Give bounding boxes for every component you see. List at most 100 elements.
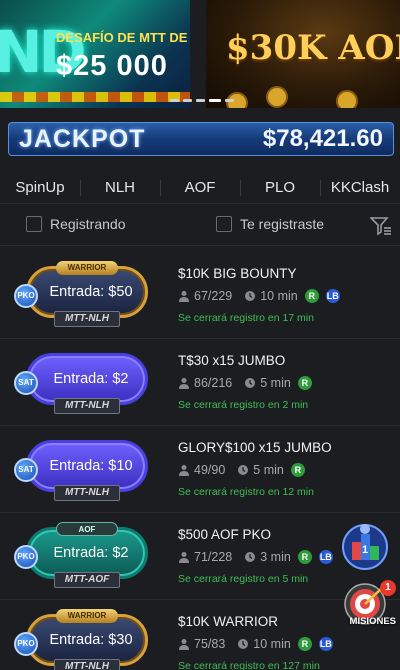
entry-fee: Entrada: $50 <box>49 284 133 300</box>
rebuy-badge: R <box>290 463 305 477</box>
tournament-name: $10K BIG BOUNTY <box>178 266 297 281</box>
entry-ticket[interactable]: Entrada: $2 MTT-NLH <box>26 353 148 414</box>
tournament-info: $10K BIG BOUNTY 67/229 10 min R LB Se ce… <box>178 266 390 324</box>
entry-fee: Entrada: $10 <box>49 458 133 474</box>
filter-registered-label: Te registraste <box>240 216 325 232</box>
carousel-dot[interactable] <box>170 99 179 102</box>
tournament-type-badge: PKO <box>14 632 38 656</box>
tournament-info: T$30 x15 JUMBO 86/216 5 min R Se cerrará… <box>178 353 390 411</box>
registration-closing: Se cerrará registro en 127 min <box>178 660 320 670</box>
leaderboard-badge: LB <box>318 550 333 564</box>
entry-fee: Entrada: $30 <box>49 632 133 648</box>
players-count: 86/216 <box>194 376 233 390</box>
rebuy-badge: R <box>304 289 319 303</box>
missions-count-badge: 1 <box>380 580 396 596</box>
start-time: 10 min <box>253 637 291 651</box>
carousel-dot[interactable] <box>196 99 205 102</box>
game-format-tag: MTT-NLH <box>54 311 120 327</box>
tournament-info: GLORY$100 x15 JUMBO 49/90 5 min R Se cer… <box>178 440 390 498</box>
entry-ticket[interactable]: WARRIOR Entrada: $50 MTT-NLH <box>26 261 148 327</box>
players-icon <box>179 639 189 650</box>
leaderboard-badge: LB <box>325 289 340 303</box>
players-icon <box>179 465 189 476</box>
start-time: 5 min <box>253 463 284 477</box>
carousel-dot-active[interactable] <box>209 99 221 102</box>
rank-number: 1 <box>362 544 368 556</box>
registration-closing: Se cerrará registro en 17 min <box>178 312 314 324</box>
tab-spinup[interactable]: SpinUp <box>0 172 80 203</box>
tournament-meta: 49/90 5 min R <box>178 463 390 477</box>
entry-fee: Entrada: $2 <box>53 545 129 561</box>
carousel-dot[interactable] <box>225 99 234 102</box>
filter-registering[interactable]: Registrando <box>26 216 126 232</box>
jackpot-label: JACKPOT <box>19 124 146 153</box>
filter-bar: Registrando Te registraste <box>0 206 400 246</box>
registering-checkbox[interactable] <box>26 216 42 232</box>
leaderboard-badge: LB <box>318 637 333 651</box>
tournament-name: T$30 x15 JUMBO <box>178 353 286 368</box>
tab-kkclash[interactable]: KKClash <box>320 172 400 203</box>
rebuy-badge: R <box>297 550 312 564</box>
start-time: 5 min <box>260 376 291 390</box>
carousel-dot[interactable] <box>183 99 192 102</box>
tournament-row[interactable]: Entrada: $2 MTT-NLH SAT T$30 x15 JUMBO 8… <box>0 339 400 426</box>
clock-icon <box>245 291 256 301</box>
carousel-dots <box>170 99 234 102</box>
coin-icon <box>266 86 288 108</box>
rebuy-badge: R <box>297 376 312 390</box>
players-icon <box>179 378 189 389</box>
registration-closing: Se cerrará registro en 12 min <box>178 486 314 498</box>
players-count: 71/228 <box>194 550 233 564</box>
banner-amount: $25 000 <box>56 50 168 82</box>
tab-aof[interactable]: AOF <box>160 172 240 203</box>
players-count: 67/229 <box>194 289 233 303</box>
tournament-row[interactable]: Entrada: $10 MTT-NLH SAT GLORY$100 x15 J… <box>0 426 400 513</box>
promo-banner-carousel[interactable]: ND DESAFÍO DE MTT DE $25 000 $30K AOF P <box>0 0 400 108</box>
entry-ticket[interactable]: Entrada: $10 MTT-NLH <box>26 440 148 501</box>
tournament-meta: 75/83 10 min R LB <box>178 637 390 651</box>
start-time: 3 min <box>260 550 291 564</box>
tab-nlh[interactable]: NLH <box>80 172 160 203</box>
start-time: 10 min <box>260 289 298 303</box>
registered-checkbox[interactable] <box>216 216 232 232</box>
filter-registering-label: Registrando <box>50 216 126 232</box>
missions-label: MISIONES <box>349 616 396 627</box>
entry-fee: Entrada: $2 <box>53 371 129 387</box>
tournament-meta: 67/229 10 min R LB <box>178 289 390 303</box>
tournament-meta: 86/216 5 min R <box>178 376 390 390</box>
registration-closing: Se cerrará registro en 2 min <box>178 399 309 411</box>
filter-icon[interactable] <box>370 216 392 236</box>
tournament-row[interactable]: WARRIOR Entrada: $50 MTT-NLH PKO $10K BI… <box>0 252 400 339</box>
banner-title: DESAFÍO DE MTT DE <box>56 30 188 45</box>
jackpot-bar[interactable]: JACKPOT $78,421.60 <box>8 122 394 156</box>
jackpot-amount: $78,421.60 <box>262 125 383 152</box>
tournament-type-badge: SAT <box>14 458 38 482</box>
players-count: 75/83 <box>194 637 226 651</box>
clock-icon <box>238 639 249 649</box>
players-icon <box>179 552 189 563</box>
banner-stripe <box>0 92 190 102</box>
clock-icon <box>245 552 256 562</box>
tournament-type-badge: SAT <box>14 371 38 395</box>
promo-banner-mtt-challenge[interactable]: ND DESAFÍO DE MTT DE $25 000 <box>0 0 190 108</box>
coin-icon <box>336 90 358 108</box>
entry-ticket[interactable]: WARRIOR Entrada: $30 MTT-NLH <box>26 609 148 670</box>
tournament-type-badge: PKO <box>14 284 38 308</box>
game-type-tabs: SpinUp NLH AOF PLO KKClash <box>0 172 400 204</box>
game-format-tag: MTT-NLH <box>54 659 120 670</box>
game-format-tag: MTT-NLH <box>54 485 120 501</box>
leaderboard-widget-icon[interactable]: 1 <box>340 520 390 574</box>
clock-icon <box>245 378 256 388</box>
tournament-type-badge: PKO <box>14 545 38 569</box>
entry-ticket[interactable]: AOF Entrada: $2 MTT-AOF <box>26 522 148 588</box>
players-count: 49/90 <box>194 463 226 477</box>
tournament-name: GLORY$100 x15 JUMBO <box>178 440 332 455</box>
tab-plo[interactable]: PLO <box>240 172 320 203</box>
players-icon <box>179 291 189 302</box>
rebuy-badge: R <box>297 637 312 651</box>
filter-registered[interactable]: Te registraste <box>216 216 324 232</box>
promo-banner-aof[interactable]: $30K AOF P <box>206 0 400 108</box>
banner-aof-amount: $30K AOF P <box>226 28 400 68</box>
game-format-tag: MTT-AOF <box>54 572 120 588</box>
clock-icon <box>238 465 249 475</box>
